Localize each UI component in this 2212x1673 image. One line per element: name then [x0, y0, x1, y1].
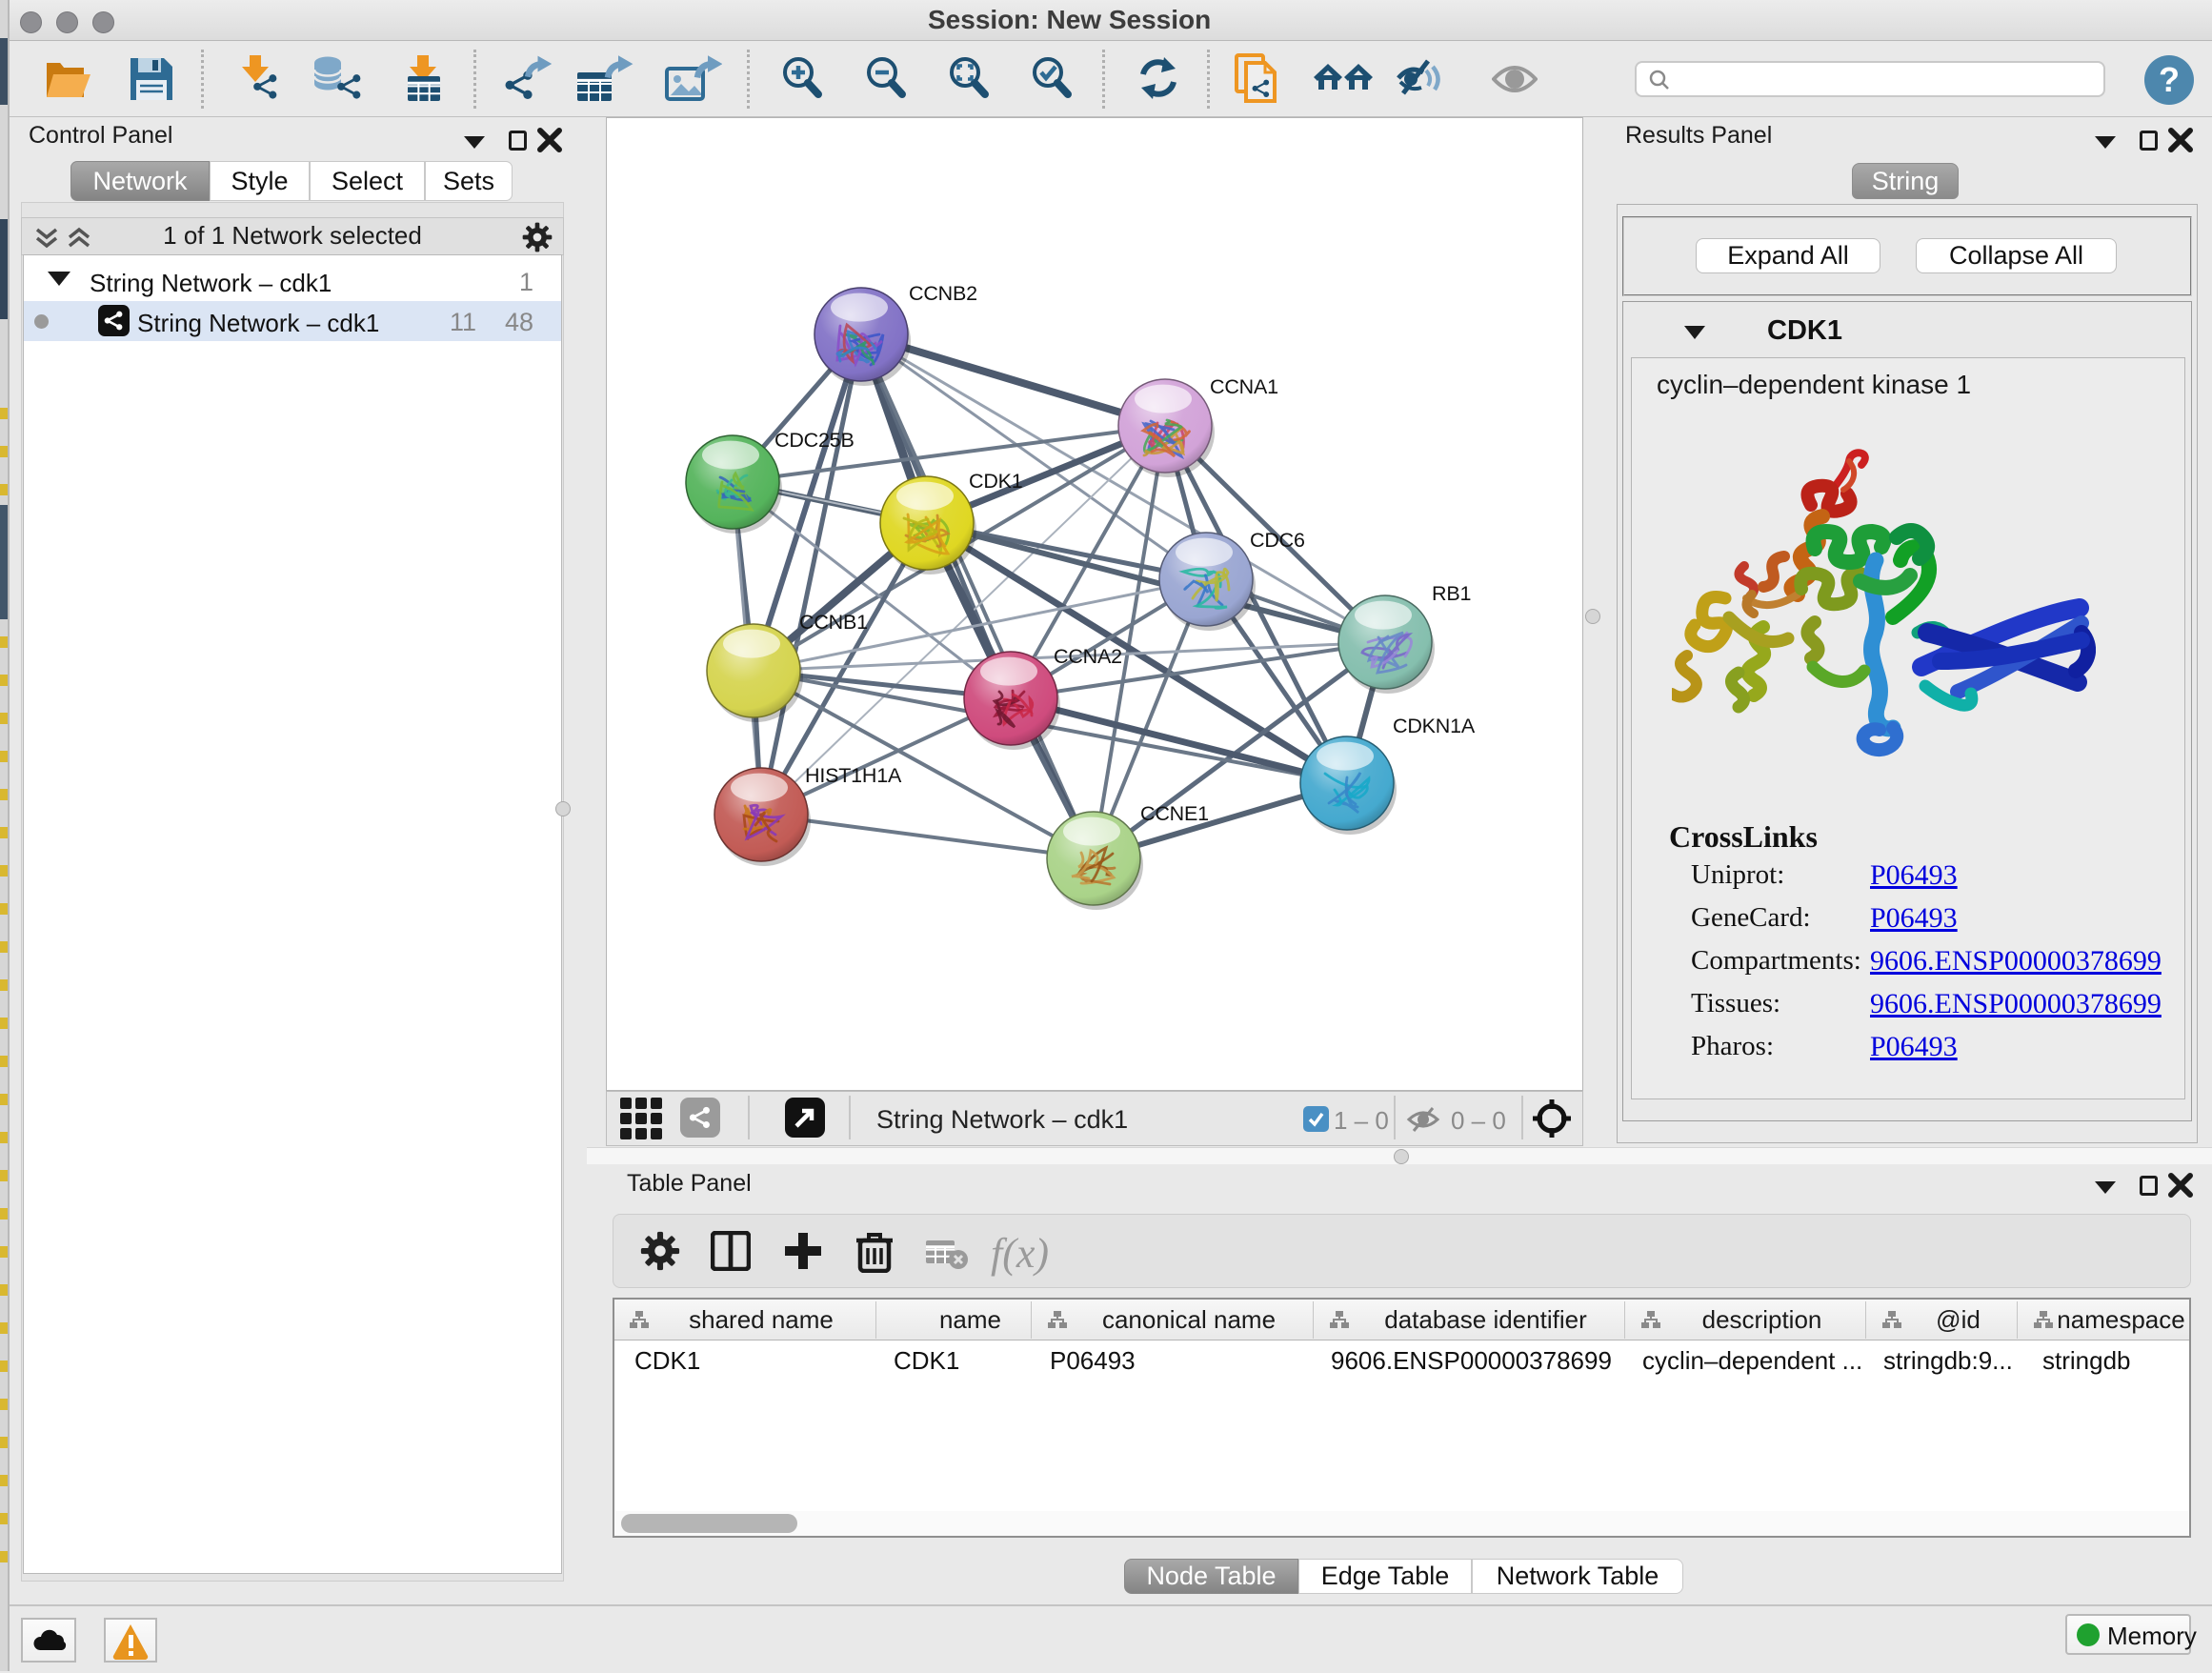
svg-text:CDK1: CDK1: [969, 470, 1023, 493]
svg-text:CDKN1A: CDKN1A: [1393, 715, 1476, 737]
svg-text:CCNB1: CCNB1: [799, 611, 868, 634]
svg-text:CCNB2: CCNB2: [909, 282, 977, 305]
svg-text:CCNA1: CCNA1: [1210, 375, 1278, 398]
svg-text:HIST1H1A: HIST1H1A: [805, 764, 902, 787]
svg-text:CCNA2: CCNA2: [1054, 645, 1122, 668]
svg-text:CDC6: CDC6: [1250, 529, 1305, 552]
svg-text:CDC25B: CDC25B: [774, 429, 855, 452]
svg-text:RB1: RB1: [1432, 582, 1471, 605]
svg-text:CCNE1: CCNE1: [1140, 802, 1209, 825]
